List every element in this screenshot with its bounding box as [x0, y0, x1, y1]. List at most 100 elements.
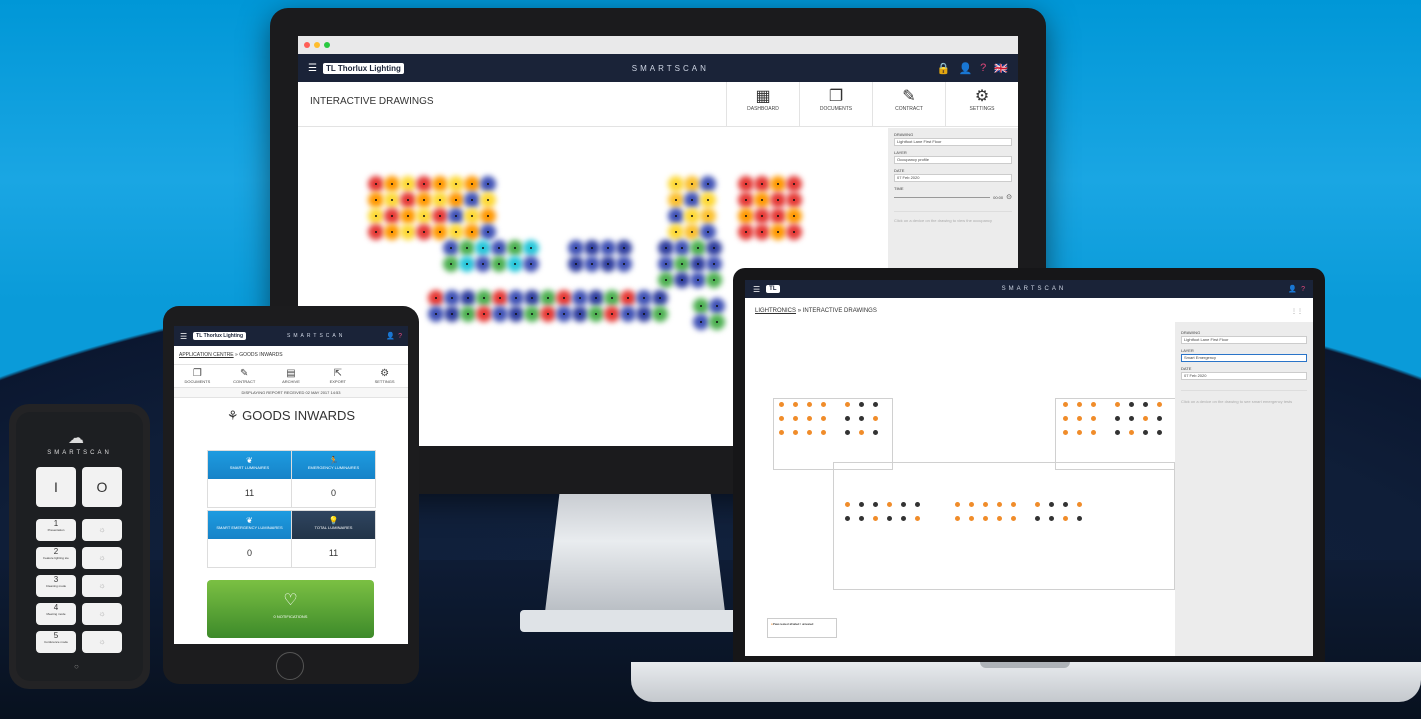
- sensor-dot[interactable]: [467, 297, 469, 299]
- close-dot[interactable]: [304, 42, 310, 48]
- luminaire-dot[interactable]: [901, 502, 906, 507]
- luminaire-dot[interactable]: [873, 430, 878, 435]
- luminaire-dot[interactable]: [845, 416, 850, 421]
- luminaire-dot[interactable]: [887, 502, 892, 507]
- drawing-select[interactable]: Lightfoot Lane First Floor: [894, 138, 1012, 146]
- tab-archive[interactable]: ▤ ARCHIVE: [268, 365, 315, 387]
- luminaire-dot[interactable]: [1129, 416, 1134, 421]
- user-icon[interactable]: 👤: [386, 332, 395, 340]
- sensor-dot[interactable]: [498, 247, 500, 249]
- help-icon[interactable]: ?: [398, 333, 402, 340]
- scene-button[interactable]: 3 Cleaning mode: [36, 575, 76, 597]
- menu-icon[interactable]: ☰: [180, 332, 187, 341]
- flag-icon[interactable]: 🇬🇧: [994, 62, 1008, 75]
- tab-documents[interactable]: ❐ DOCUMENTS: [174, 365, 221, 387]
- sensor-dot[interactable]: [623, 247, 625, 249]
- sensor-dot[interactable]: [407, 231, 409, 233]
- luminaire-dot[interactable]: [1115, 430, 1120, 435]
- luminaire-dot[interactable]: [1091, 430, 1096, 435]
- sensor-dot[interactable]: [697, 247, 699, 249]
- sensor-dot[interactable]: [423, 231, 425, 233]
- luminaire-dot[interactable]: [1143, 430, 1148, 435]
- sensor-dot[interactable]: [375, 183, 377, 185]
- sensor-dot[interactable]: [487, 215, 489, 217]
- sensor-dot[interactable]: [514, 263, 516, 265]
- luminaire-dot[interactable]: [1143, 402, 1148, 407]
- luminaire-dot[interactable]: [821, 402, 826, 407]
- sensor-dot[interactable]: [793, 183, 795, 185]
- sensor-dot[interactable]: [451, 297, 453, 299]
- help-icon[interactable]: ?: [1301, 286, 1305, 293]
- luminaire-dot[interactable]: [873, 516, 878, 521]
- sensor-dot[interactable]: [675, 199, 677, 201]
- sensor-dot[interactable]: [531, 313, 533, 315]
- luminaire-dot[interactable]: [1115, 402, 1120, 407]
- sensor-dot[interactable]: [595, 313, 597, 315]
- luminaire-dot[interactable]: [1077, 516, 1082, 521]
- sensor-dot[interactable]: [499, 297, 501, 299]
- sensor-dot[interactable]: [439, 199, 441, 201]
- home-button[interactable]: [276, 652, 304, 680]
- luminaire-dot[interactable]: [1049, 502, 1054, 507]
- emergency-drawing[interactable]: [745, 322, 1181, 656]
- tab-settings[interactable]: ⚙ SETTINGS: [361, 365, 408, 387]
- scene-button[interactable]: 1 Presentation: [36, 519, 76, 541]
- luminaire-dot[interactable]: [997, 516, 1002, 521]
- scene-button[interactable]: 2 Feature lighting ste: [36, 547, 76, 569]
- luminaire-dot[interactable]: [845, 402, 850, 407]
- luminaire-dot[interactable]: [779, 430, 784, 435]
- luminaire-dot[interactable]: [1011, 502, 1016, 507]
- sensor-dot[interactable]: [450, 263, 452, 265]
- sensor-dot[interactable]: [665, 279, 667, 281]
- sensor-dot[interactable]: [375, 231, 377, 233]
- sensor-dot[interactable]: [455, 231, 457, 233]
- sensor-dot[interactable]: [697, 263, 699, 265]
- luminaire-dot[interactable]: [969, 516, 974, 521]
- luminaire-dot[interactable]: [1063, 402, 1068, 407]
- card-smart-luminaires[interactable]: ❦ SMART LUMINAIRES 11: [207, 450, 292, 508]
- sensor-dot[interactable]: [707, 231, 709, 233]
- luminaire-dot[interactable]: [1063, 430, 1068, 435]
- sensor-dot[interactable]: [716, 321, 718, 323]
- sensor-dot[interactable]: [591, 263, 593, 265]
- sensor-dot[interactable]: [745, 183, 747, 185]
- luminaire-dot[interactable]: [901, 516, 906, 521]
- sensor-dot[interactable]: [643, 297, 645, 299]
- sensor-dot[interactable]: [423, 183, 425, 185]
- sensor-dot[interactable]: [575, 263, 577, 265]
- luminaire-dot[interactable]: [1049, 516, 1054, 521]
- luminaire-dot[interactable]: [1063, 416, 1068, 421]
- luminaire-dot[interactable]: [915, 502, 920, 507]
- tab-dashboard[interactable]: ▦ DASHBOARD: [726, 82, 799, 126]
- grid-icon[interactable]: ⋮⋮: [1291, 308, 1303, 315]
- sensor-dot[interactable]: [777, 199, 779, 201]
- power-on-button[interactable]: I: [36, 467, 76, 507]
- sensor-dot[interactable]: [575, 247, 577, 249]
- sensor-dot[interactable]: [498, 263, 500, 265]
- sensor-dot[interactable]: [455, 183, 457, 185]
- sensor-dot[interactable]: [423, 215, 425, 217]
- date-input[interactable]: 07 Feb 2020: [1181, 372, 1307, 380]
- sensor-dot[interactable]: [777, 183, 779, 185]
- luminaire-dot[interactable]: [859, 430, 864, 435]
- sensor-dot[interactable]: [745, 199, 747, 201]
- luminaire-dot[interactable]: [1129, 402, 1134, 407]
- sensor-dot[interactable]: [611, 297, 613, 299]
- luminaire-dot[interactable]: [821, 430, 826, 435]
- luminaire-dot[interactable]: [997, 502, 1002, 507]
- sensor-dot[interactable]: [391, 183, 393, 185]
- sensor-dot[interactable]: [391, 199, 393, 201]
- tab-settings[interactable]: ⚙ SETTINGS: [945, 82, 1018, 126]
- sensor-dot[interactable]: [471, 231, 473, 233]
- sensor-dot[interactable]: [675, 215, 677, 217]
- sensor-dot[interactable]: [466, 247, 468, 249]
- luminaire-dot[interactable]: [859, 502, 864, 507]
- settings-icon[interactable]: ○: [74, 662, 79, 671]
- sensor-dot[interactable]: [745, 215, 747, 217]
- sensor-dot[interactable]: [439, 215, 441, 217]
- sensor-dot[interactable]: [675, 183, 677, 185]
- user-icon[interactable]: 👤: [958, 62, 972, 75]
- breadcrumb-link[interactable]: APPLICATION CENTRE: [179, 352, 234, 358]
- sensor-dot[interactable]: [471, 183, 473, 185]
- sensor-dot[interactable]: [439, 231, 441, 233]
